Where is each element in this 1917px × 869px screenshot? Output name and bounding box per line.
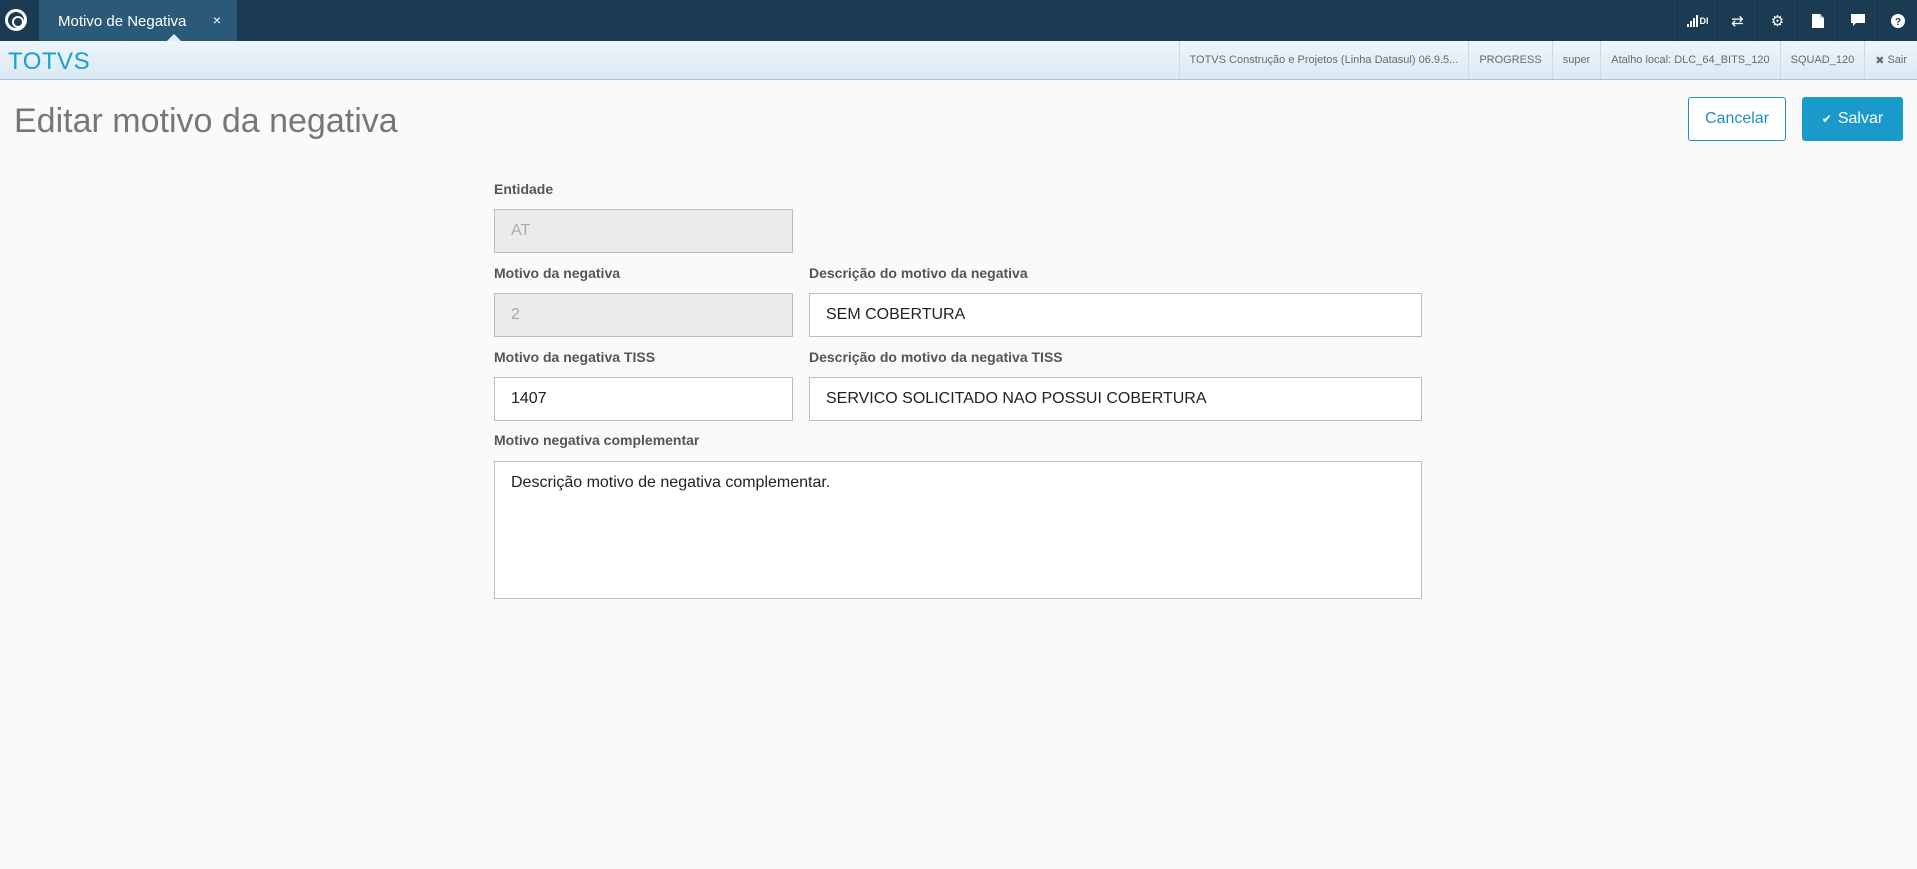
- motivo-field: 2: [494, 293, 793, 337]
- descricao-tiss-label: Descrição do motivo da negativa TISS: [809, 349, 1063, 365]
- local-shortcut: Atalho local: DLC_64_BITS_120: [1600, 41, 1779, 79]
- help-icon[interactable]: ?: [1877, 0, 1917, 41]
- save-button[interactable]: ✔ Salvar: [1802, 97, 1903, 141]
- user-name: super: [1551, 41, 1601, 79]
- chat-icon[interactable]: [1837, 0, 1877, 41]
- descricao-tiss-field[interactable]: SERVICO SOLICITADO NAO POSSUI COBERTURA: [809, 377, 1422, 421]
- shuffle-icon[interactable]: ⇄: [1717, 0, 1757, 41]
- descricao-field[interactable]: SEM COBERTURA: [809, 293, 1422, 337]
- check-icon: ✔: [1821, 112, 1832, 126]
- session-info: TOTVS Construção e Projetos (Linha Datas…: [1178, 41, 1917, 79]
- entidade-field: AT: [494, 209, 793, 253]
- logout-label: Sair: [1887, 54, 1907, 66]
- descricao-label: Descrição do motivo da negativa: [809, 265, 1028, 281]
- gear-icon[interactable]: ⚙: [1757, 0, 1797, 41]
- motivo-tiss-label: Motivo da negativa TISS: [494, 349, 656, 365]
- complementar-textarea[interactable]: Descrição motivo de negativa complementa…: [494, 461, 1422, 599]
- signal-bars: [1686, 14, 1698, 27]
- motivo-label: Motivo da negativa: [494, 265, 621, 281]
- squad-name: SQUAD_120: [1779, 41, 1865, 79]
- logout-button[interactable]: ✖ Sair: [1864, 41, 1917, 79]
- top-tab-bar: Motivo de Negativa × DI ⇄ ⚙ ?: [0, 0, 1917, 41]
- tab-label: Motivo de Negativa: [58, 13, 187, 30]
- top-toolbar: DI ⇄ ⚙ ?: [1677, 0, 1917, 41]
- motivo-tiss-field[interactable]: 1407: [494, 377, 793, 421]
- tab-motivo-de-negativa[interactable]: Motivo de Negativa ×: [39, 0, 237, 41]
- signal-icon[interactable]: DI: [1677, 0, 1717, 41]
- brand-logo: TOTVS: [8, 48, 91, 75]
- app-header: TOTVS TOTVS Construção e Projetos (Linha…: [0, 41, 1917, 80]
- complementar-label: Motivo negativa complementar: [494, 432, 700, 448]
- document-icon[interactable]: [1797, 0, 1837, 41]
- entidade-label: Entidade: [494, 181, 554, 197]
- cancel-button[interactable]: Cancelar: [1688, 97, 1786, 141]
- save-label: Salvar: [1837, 110, 1884, 127]
- svg-text:?: ?: [1894, 17, 1900, 28]
- app-logo-icon[interactable]: [5, 9, 27, 31]
- tab-active-indicator: [167, 34, 181, 41]
- close-icon: ✖: [1875, 54, 1885, 67]
- signal-label: DI: [1699, 15, 1709, 26]
- page-title: Editar motivo da negativa: [14, 102, 398, 140]
- database-name: PROGRESS: [1468, 41, 1551, 79]
- tab-close-icon[interactable]: ×: [213, 12, 221, 28]
- product-name: TOTVS Construção e Projetos (Linha Datas…: [1178, 41, 1469, 79]
